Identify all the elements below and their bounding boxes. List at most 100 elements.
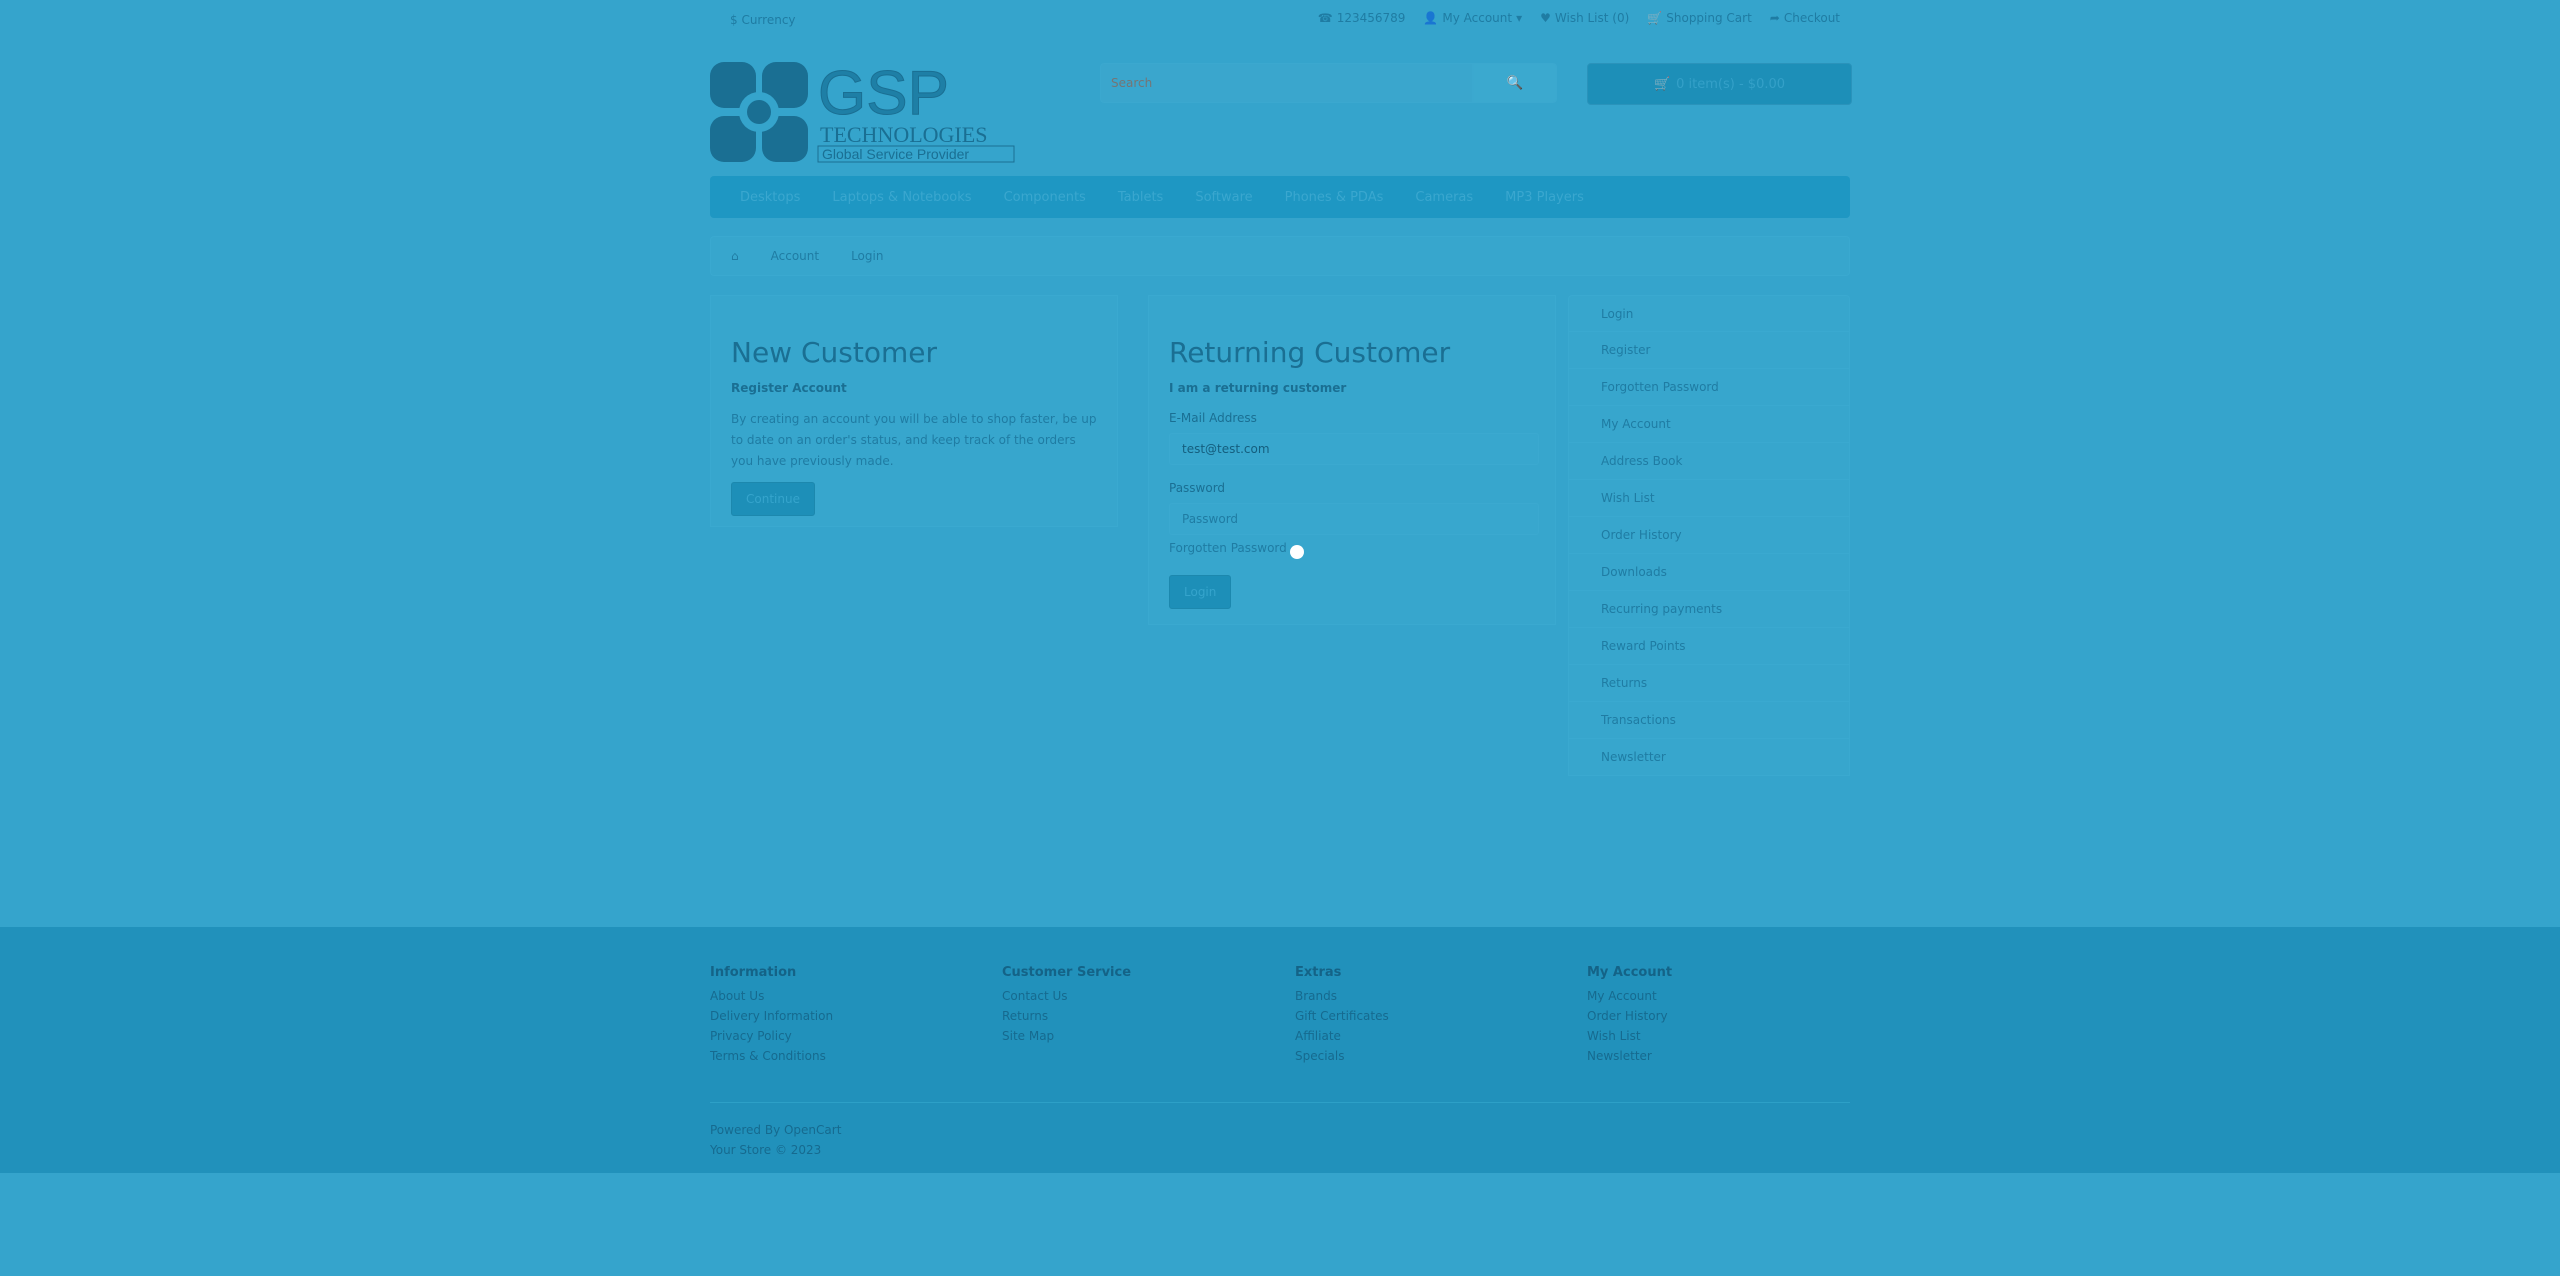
footer-link[interactable]: Affiliate: [1295, 1026, 1389, 1046]
caret-down-icon: ▾: [1516, 11, 1523, 25]
menu-item-laptops[interactable]: Laptops & Notebooks: [832, 190, 971, 205]
footer-link[interactable]: Newsletter: [1587, 1046, 1672, 1066]
top-links: ☎ 123456789 👤 My Account ▾ ♥ Wish List (…: [1318, 11, 1840, 25]
search-icon: 🔍: [1506, 75, 1524, 90]
sidebar-item-forgotten-password[interactable]: Forgotten Password: [1568, 369, 1850, 406]
register-description: By creating an account you will be able …: [731, 412, 1097, 468]
footer-heading: Extras: [1295, 965, 1342, 980]
sidebar-item-wish-list[interactable]: Wish List: [1568, 480, 1850, 517]
footer-link[interactable]: My Account: [1587, 986, 1672, 1006]
powered-by-link[interactable]: Powered By OpenCart: [710, 1120, 841, 1140]
account-sidebar: Login Register Forgotten Password My Acc…: [1568, 295, 1850, 776]
search-button[interactable]: 🔍: [1473, 63, 1557, 103]
menu-item-desktops[interactable]: Desktops: [740, 190, 800, 205]
footer-heading: Customer Service: [1002, 965, 1132, 980]
sidebar-item-downloads[interactable]: Downloads: [1568, 554, 1850, 591]
home-icon[interactable]: ⌂: [731, 249, 739, 263]
sidebar-item-transactions[interactable]: Transactions: [1568, 702, 1850, 739]
forgotten-password-link[interactable]: Forgotten Password: [1169, 541, 1535, 555]
mouse-cursor: [1290, 545, 1304, 559]
phone-label: 123456789: [1336, 11, 1406, 25]
menu-item-tablets[interactable]: Tablets: [1118, 190, 1164, 205]
menu-item-mp3[interactable]: MP3 Players: [1505, 190, 1584, 205]
cart-icon: 🛒: [1647, 11, 1663, 25]
sidebar-item-order-history[interactable]: Order History: [1568, 517, 1850, 554]
sidebar-item-login[interactable]: Login: [1568, 295, 1850, 332]
heart-icon: ♥: [1540, 11, 1551, 25]
footer: Information About Us Delivery Informatio…: [0, 927, 2560, 1173]
footer-link[interactable]: Order History: [1587, 1006, 1672, 1026]
wish-list-label: Wish List (0): [1554, 11, 1630, 25]
footer-column-extras: Extras Brands Gift Certificates Affiliat…: [1295, 965, 1389, 1066]
returning-customer-subtitle: I am a returning customer: [1169, 381, 1347, 395]
top-bar: $ Currency ☎ 123456789 👤 My Account ▾ ♥ …: [710, 0, 1850, 40]
logo-line1-text: TECHNOLOGIES: [820, 122, 987, 147]
footer-link[interactable]: Brands: [1295, 986, 1389, 1006]
new-customer-panel: New Customer Register Account By creatin…: [710, 295, 1118, 527]
menu-item-cameras[interactable]: Cameras: [1415, 190, 1473, 205]
breadcrumb: ⌂ Account Login: [710, 236, 1850, 276]
sidebar-item-returns[interactable]: Returns: [1568, 665, 1850, 702]
my-account-label: My Account: [1442, 11, 1513, 25]
footer-divider: [710, 1102, 1850, 1103]
checkout-label: Checkout: [1783, 11, 1840, 25]
footer-link[interactable]: Returns: [1002, 1006, 1131, 1026]
sidebar-item-my-account[interactable]: My Account: [1568, 406, 1850, 443]
cart-button[interactable]: 🛒 0 item(s) - $0.00: [1587, 63, 1852, 105]
store-logo[interactable]: GSP TECHNOLOGIES Global Service Provider: [710, 59, 1015, 166]
share-icon: ➦: [1769, 11, 1780, 25]
sidebar-item-newsletter[interactable]: Newsletter: [1568, 739, 1850, 776]
footer-link[interactable]: Gift Certificates: [1295, 1006, 1389, 1026]
password-field[interactable]: Password: [1169, 503, 1539, 535]
search-input[interactable]: [1100, 63, 1473, 103]
footer-link[interactable]: Contact Us: [1002, 986, 1131, 1006]
my-account-dropdown[interactable]: 👤 My Account ▾: [1423, 11, 1522, 25]
currency-dropdown[interactable]: $ Currency: [730, 13, 796, 27]
menu-item-software[interactable]: Software: [1195, 190, 1252, 205]
sidebar-item-address-book[interactable]: Address Book: [1568, 443, 1850, 480]
continue-button[interactable]: Continue: [731, 482, 815, 516]
main-menu: Desktops Laptops & Notebooks Components …: [710, 176, 1850, 218]
footer-link[interactable]: Specials: [1295, 1046, 1389, 1066]
logo-line2-text: Global Service Provider: [822, 146, 969, 162]
sidebar-item-reward-points[interactable]: Reward Points: [1568, 628, 1850, 665]
sidebar-item-recurring-payments[interactable]: Recurring payments: [1568, 591, 1850, 628]
login-button[interactable]: Login: [1169, 575, 1232, 609]
phone-link[interactable]: ☎ 123456789: [1318, 11, 1406, 25]
sidebar-item-register[interactable]: Register: [1568, 332, 1850, 369]
password-label: Password: [1169, 481, 1226, 495]
footer-column-customer-service: Customer Service Contact Us Returns Site…: [1002, 965, 1131, 1046]
email-label: E-Mail Address: [1169, 411, 1257, 425]
breadcrumb-account[interactable]: Account: [771, 249, 819, 263]
returning-customer-title: Returning Customer: [1169, 336, 1451, 369]
wish-list-link[interactable]: ♥ Wish List (0): [1540, 11, 1629, 25]
email-value: test@test.com: [1182, 442, 1270, 456]
user-icon: 👤: [1423, 11, 1439, 25]
returning-customer-panel: Returning Customer I am a returning cust…: [1148, 295, 1556, 625]
footer-column-my-account: My Account My Account Order History Wish…: [1587, 965, 1672, 1066]
menu-item-components[interactable]: Components: [1004, 190, 1086, 205]
footer-link[interactable]: Wish List: [1587, 1026, 1672, 1046]
footer-link[interactable]: Delivery Information: [710, 1006, 833, 1026]
password-placeholder: Password: [1182, 512, 1239, 526]
shopping-cart-label: Shopping Cart: [1666, 11, 1752, 25]
footer-heading: Information: [710, 965, 797, 980]
logo-main-text: GSP: [818, 62, 949, 128]
footer-link[interactable]: About Us: [710, 986, 833, 1006]
breadcrumb-login[interactable]: Login: [851, 249, 883, 263]
copyright-text: Your Store © 2023: [710, 1143, 822, 1157]
footer-link[interactable]: Terms & Conditions: [710, 1046, 833, 1066]
footer-column-information: Information About Us Delivery Informatio…: [710, 965, 833, 1066]
checkout-link[interactable]: ➦ Checkout: [1770, 11, 1840, 25]
footer-link[interactable]: Site Map: [1002, 1026, 1131, 1046]
footer-credits: Powered By OpenCart Your Store © 2023: [710, 1120, 841, 1160]
search-bar: 🔍: [1100, 63, 1557, 103]
email-field[interactable]: test@test.com: [1169, 433, 1539, 465]
footer-link[interactable]: Privacy Policy: [710, 1026, 833, 1046]
cart-total-label: 0 item(s) - $0.00: [1676, 76, 1786, 92]
cart-icon: 🛒: [1653, 76, 1671, 92]
footer-heading: My Account: [1587, 965, 1673, 980]
menu-item-phones[interactable]: Phones & PDAs: [1285, 190, 1384, 205]
shopping-cart-link[interactable]: 🛒 Shopping Cart: [1647, 11, 1752, 25]
phone-icon: ☎: [1317, 11, 1333, 25]
